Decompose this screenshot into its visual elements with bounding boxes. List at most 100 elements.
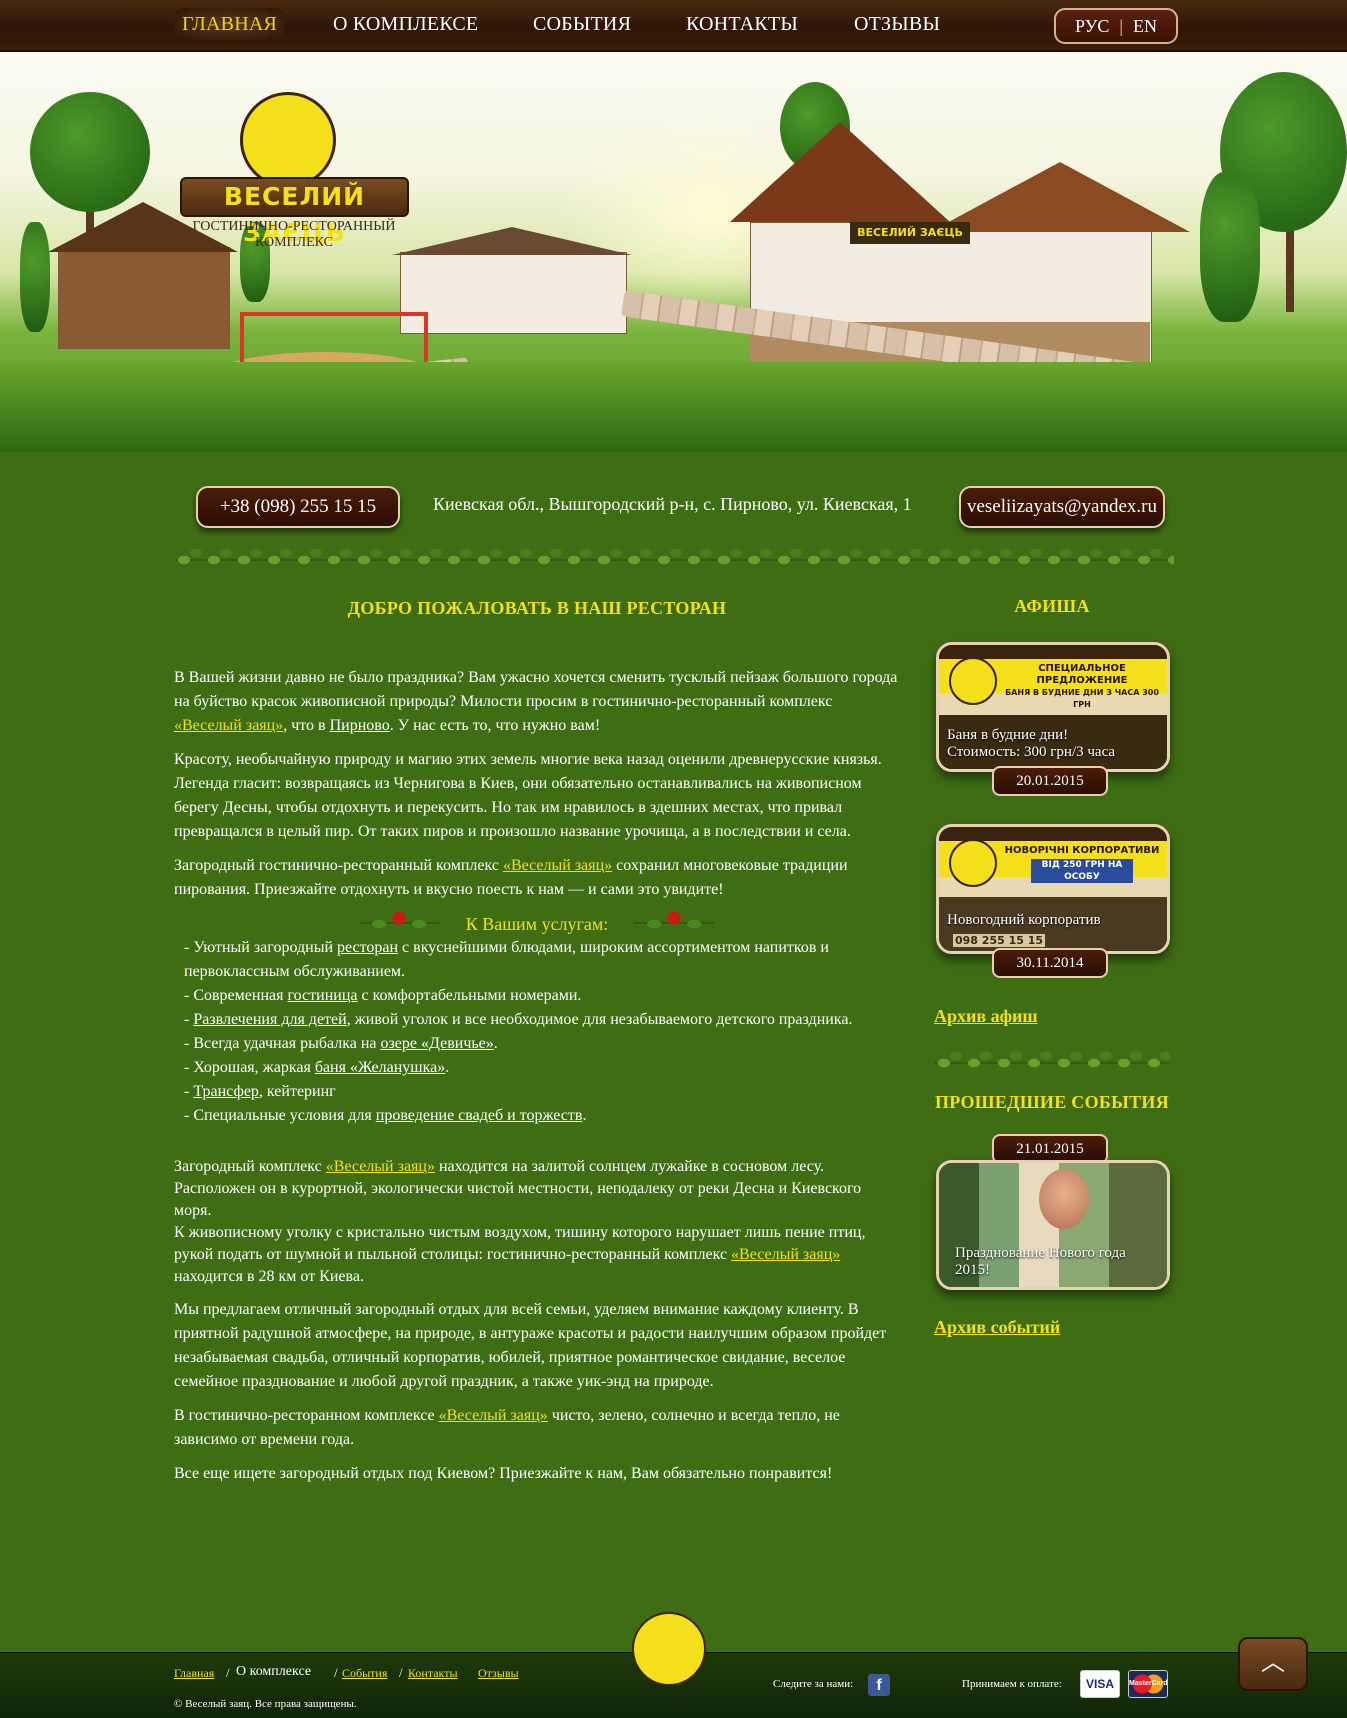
hero-banner: ВЕСЕЛИЙ ЗАЄЦЬ ВЕСЕЛИЙ ЗАЄЦЬ ГОСТИНИЧНО-Р… <box>0 52 1347 452</box>
link-pirnovo[interactable]: Пирново <box>330 717 390 734</box>
lang-en[interactable]: EN <box>1133 16 1157 37</box>
afisha-title: АФИША <box>1014 596 1090 616</box>
link-vesely-zayats[interactable]: «Веселый заяц» <box>326 1158 435 1175</box>
visa-icon: VISA <box>1080 1670 1120 1698</box>
footer-link-contacts[interactable]: Контакты <box>408 1666 458 1681</box>
logo-subtitle: ГОСТИНИЧНО-РЕСТОРАННЫЙ КОМПЛЕКС <box>180 219 408 251</box>
footer-link-about[interactable]: О комплексе <box>236 1664 311 1680</box>
facebook-icon[interactable]: f <box>868 1674 890 1696</box>
footer-logo-icon[interactable] <box>632 1612 706 1686</box>
link-vesely-zayats[interactable]: «Веселый заяц» <box>439 1407 548 1424</box>
vine-divider <box>174 545 1174 575</box>
language-switcher: РУС | EN <box>1054 8 1178 44</box>
welcome-title: ДОБРО ПОЖАЛОВАТЬ В НАШ РЕСТОРАН <box>347 598 727 618</box>
footer-link-home[interactable]: Главная <box>174 1666 214 1681</box>
archive-events-link[interactable]: Архив событий <box>934 1317 1060 1338</box>
afisha-card-corporate[interactable]: НОВОРІЧНІ КОРПОРАТИВИ ВІД 250 ГРН НА ОСО… <box>936 824 1170 954</box>
banner-text: ВІД 250 ГРН НА ОСОБУ <box>1031 859 1133 883</box>
logo-subtitle-line2: КОМПЛЕКС <box>254 235 334 250</box>
pay-label: Принимаем к оплате: <box>962 1678 1062 1690</box>
footer-link-reviews[interactable]: Отзывы <box>478 1666 519 1681</box>
list-item: - Трансфер, кейтеринг <box>184 1083 336 1100</box>
lawn <box>0 362 1347 452</box>
lang-separator: | <box>1119 15 1123 36</box>
flower-decoration-icon <box>359 906 439 936</box>
link-kids[interactable]: Развлечения для детей <box>193 1011 346 1028</box>
list-item: - Уютный загородный ресторан с вкуснейши… <box>184 939 829 980</box>
services-list: - Уютный загородный ресторан с вкуснейши… <box>174 936 900 1128</box>
main-content: ДОБРО ПОЖАЛОВАТЬ В НАШ РЕСТОРАН В Вашей … <box>174 596 900 1496</box>
scroll-to-top-button[interactable]: ︿ <box>1238 1637 1308 1691</box>
person-photo <box>1039 1169 1089 1229</box>
footer-separator: / <box>226 1665 230 1680</box>
event-card-new-year[interactable]: Празднование Нового года 2015! <box>936 1160 1170 1290</box>
nav-contacts[interactable]: КОНТАКТЫ <box>686 8 798 40</box>
hare-mascot-icon <box>949 839 997 887</box>
caption-line: Баня в будние дни! <box>947 727 1069 743</box>
link-restaurant[interactable]: ресторан <box>337 939 398 956</box>
link-transfer[interactable]: Трансфер <box>193 1083 259 1100</box>
paragraph-climate: В гостинично-ресторанном комплексе «Весе… <box>174 1407 840 1448</box>
nav-reviews[interactable]: ОТЗЫВЫ <box>854 8 940 40</box>
link-hotel[interactable]: гостиница <box>287 987 357 1004</box>
event-caption: Празднование Нового года 2015! <box>955 1245 1126 1278</box>
address: Киевская обл., Вышгородский р-н, с. Пирн… <box>433 494 912 514</box>
link-vesely-zayats[interactable]: «Веселый заяц» <box>503 857 612 874</box>
tree <box>30 92 150 212</box>
nav-home[interactable]: ГЛАВНАЯ <box>175 8 285 40</box>
nav-about[interactable]: О КОМПЛЕКСЕ <box>333 8 478 40</box>
archive-afisha-link[interactable]: Архив афиш <box>934 1006 1038 1027</box>
paragraph-intro: В Вашей жизни давно не было праздника? В… <box>174 669 898 734</box>
logo-subtitle-line1: ГОСТИНИЧНО-РЕСТОРАННЫЙ <box>192 219 396 234</box>
link-weddings[interactable]: проведение свадеб и торжеств <box>376 1107 583 1124</box>
banquet-hall <box>400 252 627 334</box>
list-item: - Хорошая, жаркая баня «Желанушка». <box>184 1059 450 1076</box>
mastercard-icon: MasterCard <box>1128 1670 1168 1698</box>
tree <box>20 222 50 332</box>
footer-link-events[interactable]: События <box>342 1666 387 1681</box>
afisha-card-bath[interactable]: СПЕЦИАЛЬНОЕ ПРЕДЛОЖЕНИЕ БАНЯ В БУДНИЕ ДН… <box>936 642 1170 772</box>
footer-separator: / <box>399 1665 403 1680</box>
paragraph-traditions: Загородный гостинично-ресторанный компле… <box>174 857 848 898</box>
logo[interactable]: ВЕСЕЛИЙ ЗАЄЦЬ ГОСТИНИЧНО-РЕСТОРАННЫЙ КОМ… <box>180 57 410 257</box>
banner-text: СПЕЦИАЛЬНОЕ ПРЕДЛОЖЕНИЕ <box>1036 663 1128 686</box>
up-arrow-icon: ︿ <box>1261 1650 1285 1676</box>
services-heading: К Вашим услугам: <box>174 906 900 936</box>
link-vesely-zayats[interactable]: «Веселый заяц» <box>731 1246 840 1263</box>
link-bath[interactable]: баня «Желанушка» <box>315 1059 445 1076</box>
afisha-date: 20.01.2015 <box>992 766 1108 796</box>
phone-pill[interactable]: +38 (098) 255 15 15 <box>196 486 400 528</box>
tree <box>1200 172 1260 322</box>
top-navigation: ГЛАВНАЯ О КОМПЛЕКСЕ СОБЫТИЯ КОНТАКТЫ ОТЗ… <box>0 0 1347 52</box>
email-pill[interactable]: veseliizayats@yandex.ru <box>959 486 1165 528</box>
afisha-caption: Баня в будние дни! Стоимость: 300 грн/3 … <box>947 727 1161 761</box>
lang-ru[interactable]: РУС <box>1075 16 1109 37</box>
banner-text: БАНЯ В БУДНИЕ ДНИ З ЧАСА 300 ГРН <box>1005 688 1159 709</box>
nav-events[interactable]: СОБЫТИЯ <box>533 8 631 40</box>
afisha-caption: Новогодний корпоратив <box>947 912 1101 928</box>
banner-phone: 098 255 15 15 <box>953 934 1046 947</box>
hare-mascot-icon <box>240 92 336 188</box>
paragraph-location: Загородный комплекс «Веселый заяц» наход… <box>174 1158 866 1285</box>
link-vesely-zayats[interactable]: «Веселый заяц» <box>174 717 283 734</box>
list-item: - Специальные условия для проведение сва… <box>184 1107 587 1124</box>
afisha-date: 30.11.2014 <box>992 948 1108 978</box>
caption-line: Стоимость: 300 грн/3 часа <box>947 744 1116 760</box>
paragraph-history: Красоту, необычайную природу и магию эти… <box>174 751 882 840</box>
paragraph-offer: Мы предлагаем отличный загородный отдых … <box>174 1301 887 1390</box>
banner-text: НОВОРІЧНІ КОРПОРАТИВИ <box>1004 845 1160 856</box>
link-lake[interactable]: озере «Девичье» <box>380 1035 493 1052</box>
afisha-banner-corporate: НОВОРІЧНІ КОРПОРАТИВИ ВІД 250 ГРН НА ОСО… <box>939 827 1167 951</box>
flower-decoration-icon <box>634 906 714 936</box>
hare-mascot-icon <box>949 657 997 705</box>
hotel-sign: ВЕСЕЛИЙ ЗАЄЦЬ <box>850 222 970 244</box>
services-title-text: К Вашим услугам: <box>465 914 609 934</box>
copyright: © Веселый заяц. Все права защищены. <box>174 1698 357 1710</box>
follow-label: Следите за нами: <box>773 1678 854 1690</box>
paragraph-invite: Все еще ищете загородный отдых под Киево… <box>174 1465 833 1482</box>
cabin <box>58 247 230 349</box>
vine-divider <box>934 1048 1170 1078</box>
footer-separator: / <box>334 1665 338 1680</box>
list-item: - Развлечения для детей, живой уголок и … <box>184 1011 853 1028</box>
list-item: - Всегда удачная рыбалка на озере «Девич… <box>184 1035 498 1052</box>
